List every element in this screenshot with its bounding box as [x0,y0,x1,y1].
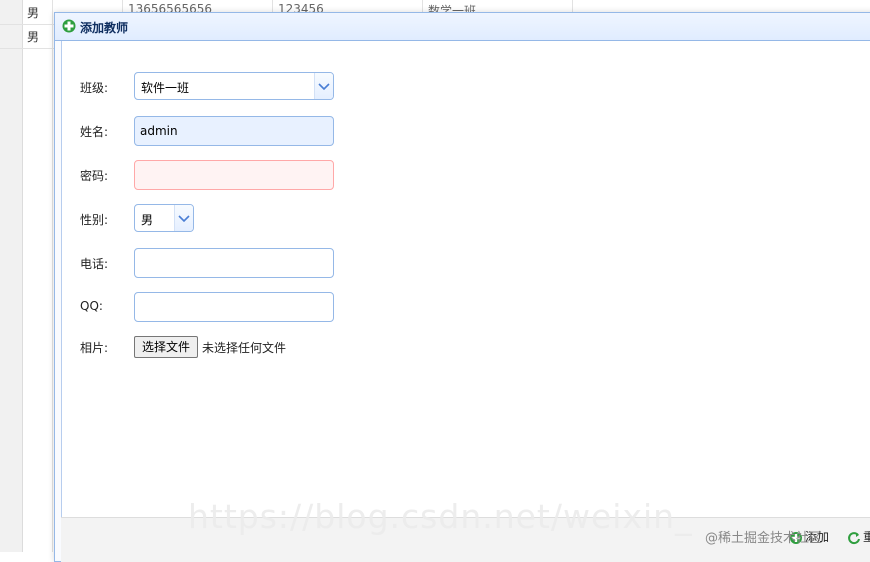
phone-label: 电话: [80,257,109,271]
add-icon [62,19,76,33]
qq-input[interactable] [134,292,334,322]
chevron-down-icon[interactable] [314,73,333,99]
password-input[interactable] [134,160,334,190]
reset-button-label: 重 [863,530,870,544]
chevron-down-icon[interactable] [174,205,193,231]
name-input-value: admin [140,124,178,138]
class-label: 班级: [80,81,109,95]
gender-cell: 男 [27,6,40,20]
photo-label: 相片: [80,341,109,355]
refresh-icon [848,531,860,544]
add-teacher-dialog: 添加教师 班级: 软件一班 姓名: admin 密码: 性别: 男 电话: QQ… [54,12,870,562]
watermark-text: https://blog.csdn.net/weixin_ [188,497,693,536]
dialog-body: 班级: 软件一班 姓名: admin 密码: 性别: 男 电话: QQ: 相片:… [61,41,870,517]
gender-select-value: 男 [141,213,154,227]
choose-file-button[interactable]: 选择文件 [134,336,198,358]
class-select[interactable]: 软件一班 [134,72,334,100]
gender-cell: 男 [27,30,40,44]
column-divider [52,0,53,552]
phone-input[interactable] [134,248,334,278]
name-input[interactable]: admin [134,116,334,146]
dialog-title: 添加教师 [80,21,129,35]
credit-text: @稀土掘金技术社区 [705,531,823,546]
file-status-text: 未选择任何文件 [202,341,287,355]
reset-button[interactable]: 重 [847,528,870,545]
qq-label: QQ: [80,299,103,313]
row-header-column [0,0,23,552]
gender-select[interactable]: 男 [134,204,194,232]
dialog-header[interactable]: 添加教师 [55,13,870,41]
class-select-value: 软件一班 [141,81,190,95]
gender-label: 性别: [80,213,109,227]
name-label: 姓名: [80,125,109,139]
password-label: 密码: [80,169,109,183]
